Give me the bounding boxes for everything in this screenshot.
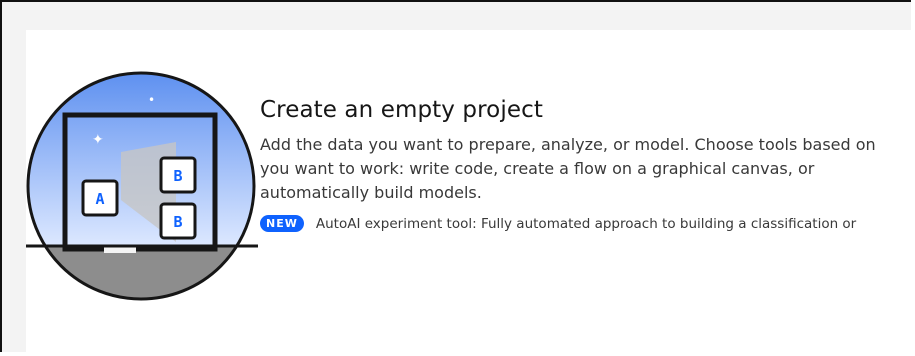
- description-line: Add the data you want to prepare, analyz…: [260, 135, 876, 154]
- window-frame: • ✦ A B B Create an empty project Add th…: [0, 0, 915, 356]
- empty-project-card[interactable]: • ✦ A B B Create an empty project Add th…: [26, 30, 915, 356]
- svg-text:A: A: [95, 190, 104, 208]
- new-feature-row: NEW AutoAI experiment tool: Fully automa…: [260, 215, 915, 232]
- empty-project-illustration: • ✦ A B B: [26, 71, 258, 301]
- box-b-bottom: B: [159, 202, 197, 240]
- sparkle-icon: ✦: [92, 132, 104, 148]
- new-feature-text: AutoAI experiment tool: Fully automated …: [315, 215, 857, 232]
- description-line: you want to work: write code, create a f…: [260, 159, 815, 178]
- new-badge: NEW: [260, 215, 304, 232]
- box-b-top: B: [159, 156, 197, 194]
- svg-text:B: B: [173, 167, 182, 185]
- star-icon: •: [148, 93, 155, 107]
- svg-text:B: B: [173, 213, 182, 231]
- project-text: Create an empty project Add the data you…: [260, 97, 915, 232]
- card-description: Add the data you want to prepare, analyz…: [260, 133, 915, 205]
- card-title[interactable]: Create an empty project: [260, 97, 915, 123]
- box-a: A: [81, 179, 119, 217]
- description-line: automatically build models.: [260, 183, 482, 202]
